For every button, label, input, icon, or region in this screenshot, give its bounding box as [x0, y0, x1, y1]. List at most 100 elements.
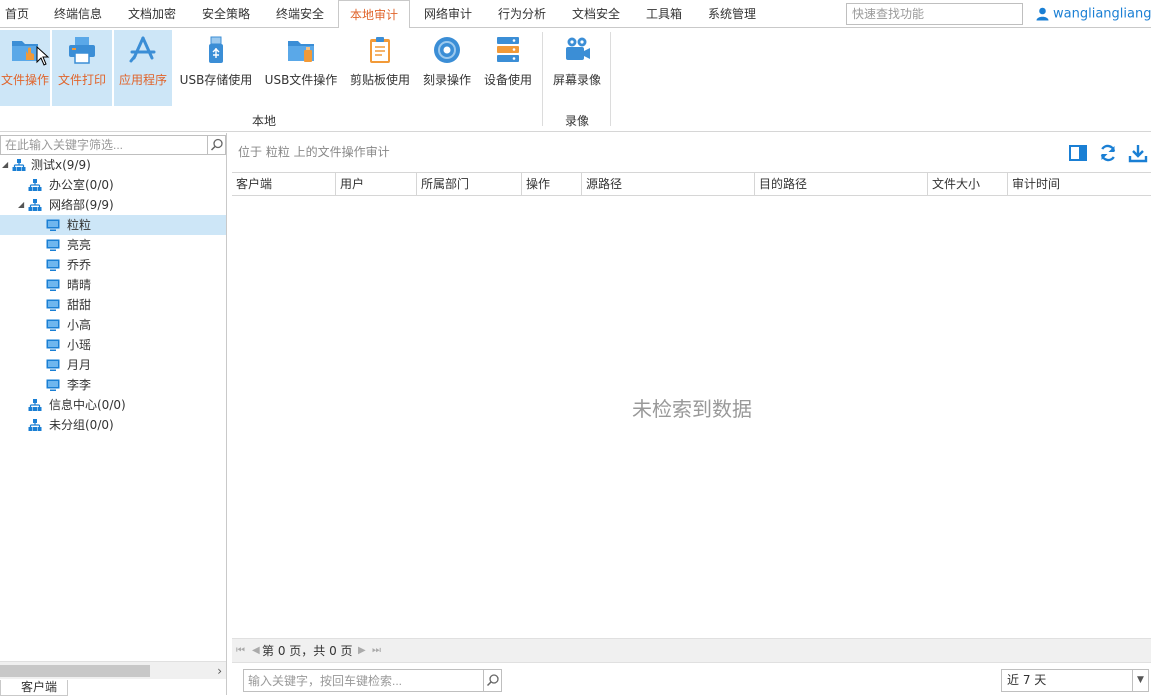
- clipboard-icon: [370, 37, 390, 63]
- terminal-tree-panel: ◢ 测试x(9/9) 办公室(0/0) ◢ 网络部(9/9) 粒粒亮亮乔乔晴晴甜甜小高小瑶…: [0, 133, 227, 696]
- column-audit-time[interactable]: 审计时间: [1008, 173, 1151, 195]
- quick-search-input[interactable]: [846, 3, 1023, 25]
- org-group-icon: [12, 159, 26, 171]
- search-icon: [486, 674, 499, 687]
- application-button[interactable]: 应用程序: [114, 30, 172, 106]
- usb-file-operation-button[interactable]: USB文件操作: [261, 30, 341, 106]
- menu-doc-encrypt[interactable]: 文档加密: [116, 0, 188, 28]
- menu-security-policy[interactable]: 安全策略: [190, 0, 262, 28]
- keyword-search-input[interactable]: [243, 669, 484, 692]
- tree-filter-input[interactable]: [0, 135, 208, 155]
- video-camera-icon: [566, 37, 590, 60]
- tree-node-label: 小高: [67, 318, 92, 332]
- tree-computer-node[interactable]: 小瑶: [0, 335, 226, 355]
- chevron-down-icon[interactable]: ▼: [1132, 670, 1148, 691]
- empty-data-message: 未检索到数据: [632, 397, 752, 421]
- usb-file-operation-label: USB文件操作: [264, 73, 338, 87]
- column-settings-icon[interactable]: [1068, 143, 1088, 163]
- tree-group-node[interactable]: 信息中心(0/0): [0, 395, 226, 415]
- scrollbar-thumb[interactable]: [0, 665, 150, 677]
- menu-toolbox[interactable]: 工具箱: [634, 0, 694, 28]
- usb-storage-button[interactable]: USB存储使用: [176, 30, 256, 106]
- column-department[interactable]: 所属部门: [417, 173, 522, 195]
- tree-node-label: 李李: [67, 378, 92, 392]
- usb-storage-label: USB存储使用: [179, 73, 253, 87]
- page-info-text: 第 0 页，共 0 页: [262, 644, 353, 658]
- tree-computer-node[interactable]: 小高: [0, 315, 226, 335]
- tree-node-label: 未分组(0/0): [49, 418, 114, 432]
- first-page-icon[interactable]: ⏮: [236, 639, 245, 663]
- tree-node-label: 办公室(0/0): [49, 178, 114, 192]
- download-icon[interactable]: [1128, 143, 1148, 163]
- client-tab[interactable]: 客户端: [0, 680, 68, 696]
- burn-operation-button[interactable]: 刻录操作: [418, 30, 476, 106]
- menu-local-audit[interactable]: 本地审计: [338, 0, 410, 29]
- column-user[interactable]: 用户: [336, 173, 417, 195]
- expand-toggle-icon[interactable]: ◢: [2, 155, 12, 175]
- column-client[interactable]: 客户端: [232, 173, 336, 195]
- computer-icon: [46, 259, 60, 271]
- computer-icon: [46, 339, 60, 351]
- column-target-path[interactable]: 目的路径: [755, 173, 928, 195]
- time-range-value: 近 7 天: [1007, 673, 1047, 687]
- server-icon: [497, 37, 519, 62]
- tree-computer-node[interactable]: 月月: [0, 355, 226, 375]
- menu-terminal-security[interactable]: 终端安全: [264, 0, 336, 28]
- computer-icon: [46, 319, 60, 331]
- tree-computer-node[interactable]: 亮亮: [0, 235, 226, 255]
- ribbon-toolbar: 文件操作 文件打印 应用程序 USB存储使用 USB文件操作 剪贴板使用 刻录操…: [0, 28, 1151, 132]
- ribbon-group-recording-label: 录像: [565, 114, 590, 128]
- tree-group-node[interactable]: 办公室(0/0): [0, 175, 226, 195]
- tree-computer-node[interactable]: 甜甜: [0, 295, 226, 315]
- keyword-search-button[interactable]: [484, 669, 502, 692]
- menu-behavior-analysis[interactable]: 行为分析: [486, 0, 558, 28]
- refresh-icon[interactable]: [1098, 143, 1118, 163]
- disc-icon: [434, 37, 460, 63]
- menu-system-admin[interactable]: 系统管理: [696, 0, 768, 28]
- computer-icon: [46, 379, 60, 391]
- tree-node-label: 亮亮: [67, 238, 92, 252]
- time-range-select[interactable]: 近 7 天 ▼: [1001, 669, 1149, 692]
- expand-toggle-icon[interactable]: ◢: [18, 195, 28, 215]
- user-icon: [1036, 7, 1049, 21]
- column-file-size[interactable]: 文件大小: [928, 173, 1008, 195]
- screen-recording-label: 屏幕录像: [552, 73, 601, 87]
- username-label: wangliangliang: [1053, 6, 1151, 22]
- last-page-icon[interactable]: ⏭: [372, 639, 381, 663]
- tree-group-node[interactable]: ◢ 测试x(9/9): [0, 155, 226, 175]
- clipboard-button[interactable]: 剪贴板使用: [346, 30, 414, 106]
- tree-filter-button[interactable]: [208, 135, 226, 155]
- file-print-button[interactable]: 文件打印: [52, 30, 112, 106]
- menu-doc-security[interactable]: 文档安全: [560, 0, 632, 28]
- tree-node-label: 月月: [67, 358, 92, 372]
- menu-network-audit[interactable]: 网络审计: [412, 0, 484, 28]
- tree-node-label: 甜甜: [67, 298, 92, 312]
- prev-page-icon[interactable]: ◀: [252, 639, 260, 663]
- next-page-icon[interactable]: ▶: [358, 639, 366, 663]
- device-usage-button[interactable]: 设备使用: [478, 30, 538, 106]
- tree-computer-node[interactable]: 李李: [0, 375, 226, 395]
- printer-icon: [69, 37, 95, 64]
- audit-table-header: 客户端 用户 所属部门 操作 源路径 目的路径 文件大小 审计时间: [232, 172, 1151, 196]
- menu-terminal-info[interactable]: 终端信息: [42, 0, 114, 28]
- tree-computer-node[interactable]: 晴晴: [0, 275, 226, 295]
- scroll-right-icon[interactable]: ›: [217, 662, 222, 680]
- column-operation[interactable]: 操作: [522, 173, 582, 195]
- tree-node-label: 粒粒: [67, 218, 92, 232]
- tree-computer-node[interactable]: 粒粒: [0, 215, 226, 235]
- audit-main-panel: 位于 粒粒 上的文件操作审计 客户端 用户 所属部门 操作 源路径 目的路径 文…: [232, 133, 1151, 695]
- tree-group-node[interactable]: ◢ 网络部(9/9): [0, 195, 226, 215]
- org-group-icon: [28, 399, 42, 411]
- mouse-cursor-icon: [36, 46, 50, 66]
- column-source-path[interactable]: 源路径: [582, 173, 755, 195]
- tree-group-node[interactable]: 未分组(0/0): [0, 415, 226, 435]
- user-menu[interactable]: wangliangliang▼: [1036, 0, 1151, 28]
- menu-home[interactable]: 首页: [0, 0, 34, 28]
- pagination-bar: ⏮ ◀ 第 0 页，共 0 页 ▶ ⏭: [232, 638, 1151, 662]
- tree-computer-node[interactable]: 乔乔: [0, 255, 226, 275]
- screen-recording-button[interactable]: 屏幕录像: [548, 30, 606, 106]
- file-operation-button[interactable]: 文件操作: [0, 30, 50, 106]
- file-operation-label: 文件操作: [0, 73, 49, 87]
- tree-horizontal-scrollbar[interactable]: ›: [0, 661, 226, 679]
- top-menu-bar: 首页 终端信息 文档加密 安全策略 终端安全 本地审计 网络审计 行为分析 文档…: [0, 0, 1151, 29]
